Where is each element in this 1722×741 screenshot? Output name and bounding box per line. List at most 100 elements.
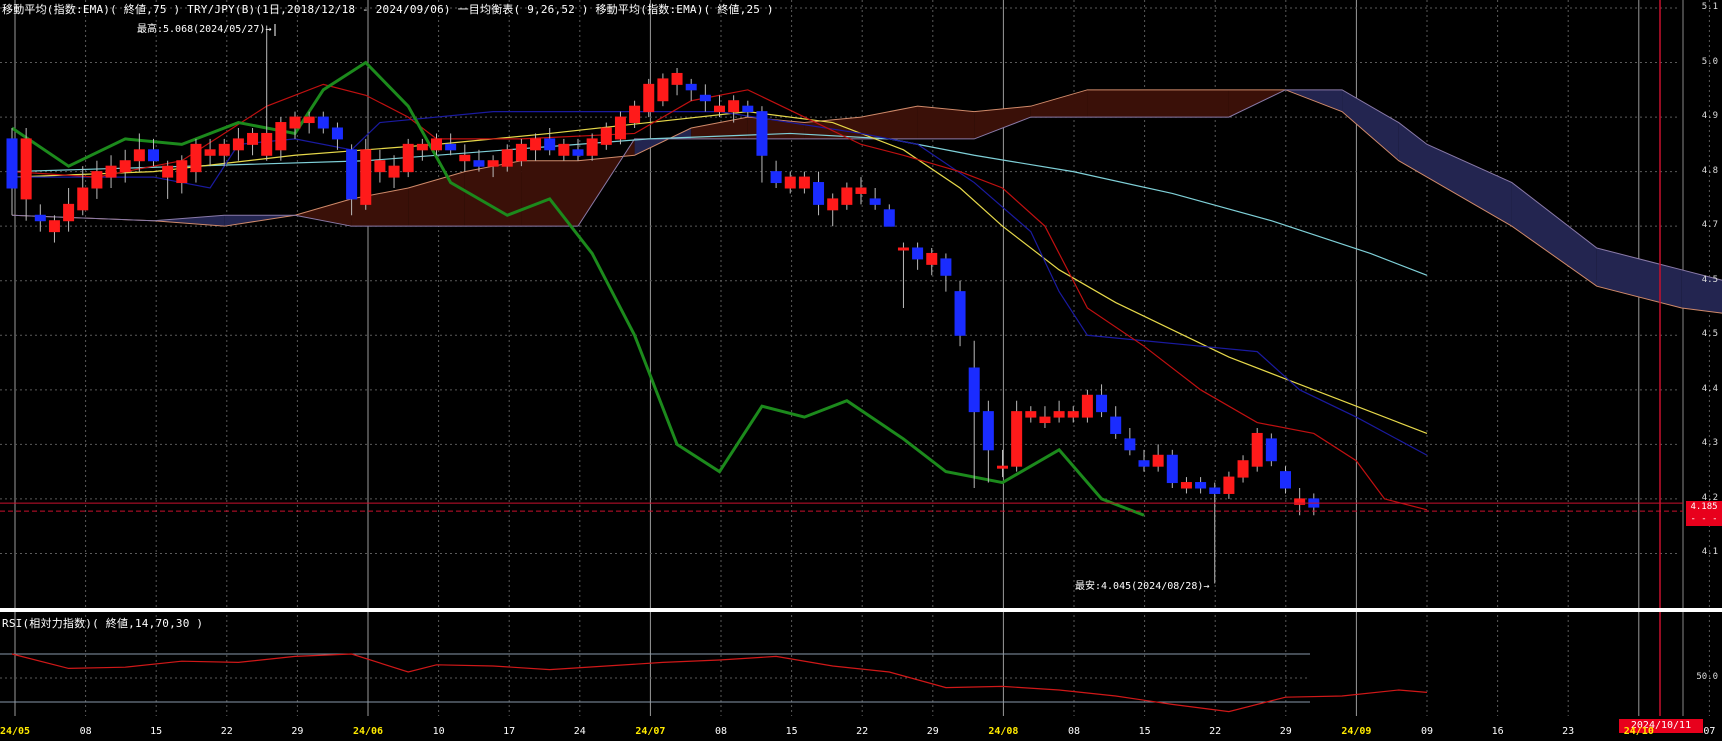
- candle-body: [572, 149, 584, 156]
- x-tick-label: 07: [1703, 726, 1716, 737]
- candle-body: [1237, 460, 1249, 478]
- ichimoku-cloud-segment: [153, 215, 225, 227]
- candle-body: [1152, 454, 1164, 467]
- ichimoku-cloud-segment: [1144, 89, 1229, 118]
- x-tick-label: 24/05: [0, 726, 31, 737]
- x-tick-label: 29: [291, 726, 304, 737]
- candle-body: [883, 209, 895, 227]
- candle-body: [445, 143, 457, 151]
- candle-body: [558, 143, 570, 156]
- candle-body: [770, 171, 782, 184]
- candle-body: [1195, 482, 1207, 489]
- candle-body: [756, 111, 768, 156]
- candle-body: [530, 138, 542, 151]
- ichimoku-cloud-segment: [1511, 182, 1597, 287]
- candle-body: [940, 258, 952, 276]
- candle-body: [459, 154, 471, 162]
- candle-body: [926, 252, 938, 265]
- candle-body: [247, 132, 259, 145]
- y-tick-label: 4.4: [1701, 383, 1718, 394]
- ichimoku-cloud-segment: [861, 106, 918, 139]
- low-annotation: 最安:4.045(2024/08/28)→: [1075, 581, 1210, 592]
- panel-separator: [0, 608, 1722, 612]
- rsi-tick-label: 50.0: [1696, 672, 1718, 682]
- candle-body: [91, 171, 103, 189]
- candle-body: [303, 116, 315, 124]
- candle-body: [643, 83, 655, 113]
- price-chart[interactable]: [0, 0, 1722, 741]
- main-chart-header: 移動平均(指数:EMA)( 終値,75 ) TRY/JPY(B)(1日,2018…: [2, 3, 774, 16]
- candle-body: [63, 203, 75, 222]
- candle-body: [728, 100, 740, 113]
- candle-body: [162, 165, 174, 178]
- candle-body: [77, 187, 89, 211]
- x-tick-label: 24/07: [635, 726, 666, 737]
- candle-body: [657, 78, 669, 102]
- candle-body: [1067, 411, 1079, 418]
- y-tick-label: 5.1: [1701, 2, 1718, 12]
- y-tick-label: 4.3: [1701, 438, 1718, 449]
- x-tick-label: 22: [220, 726, 233, 737]
- candle-body: [204, 149, 216, 156]
- y-tick-label: 4.5: [1701, 274, 1718, 285]
- x-tick-label: 08: [79, 726, 92, 737]
- candle-body: [1209, 487, 1221, 494]
- candle-body: [473, 160, 485, 167]
- candle-body: [912, 247, 924, 260]
- candle-body: [869, 198, 881, 205]
- x-tick-label: 29: [926, 726, 939, 737]
- candle-body: [1011, 411, 1023, 467]
- candle-body: [34, 214, 46, 222]
- candle-body: [1124, 438, 1136, 451]
- candle-body: [1110, 416, 1122, 434]
- candle-body: [798, 176, 810, 189]
- candle-body: [544, 138, 556, 151]
- y-tick-label: 4.2: [1701, 492, 1718, 503]
- candle-body: [1081, 394, 1093, 418]
- candle-body: [261, 132, 273, 156]
- y-tick-label: 4.8: [1701, 165, 1718, 176]
- candle-body: [48, 220, 60, 233]
- ichimoku-cloud-segment: [1427, 144, 1512, 227]
- x-tick-label: 29: [1279, 726, 1292, 737]
- y-tick-label: 4.1: [1701, 547, 1718, 558]
- candle-body: [600, 127, 612, 145]
- y-tick-label: 5.0: [1701, 56, 1718, 67]
- candle-body: [997, 465, 1008, 469]
- candle-body: [784, 176, 796, 189]
- last-price-dash: - - -: [1690, 514, 1718, 524]
- x-tick-label: 15: [785, 726, 798, 737]
- candle-body: [374, 160, 386, 173]
- x-tick-label: 16: [1491, 726, 1504, 737]
- x-tick-label: 22: [1209, 726, 1222, 737]
- candle-body: [897, 247, 909, 251]
- candle-body: [1138, 460, 1150, 467]
- candle-body: [1180, 482, 1192, 489]
- ichimoku-cloud-segment: [1342, 89, 1399, 161]
- candle-body: [982, 411, 994, 451]
- candle-body: [1265, 438, 1277, 462]
- y-tick-label: 4.5: [1701, 329, 1718, 340]
- candle-body: [968, 367, 980, 413]
- candle-body: [1096, 394, 1108, 413]
- candle-body: [360, 149, 372, 205]
- x-tick-label: 15: [150, 726, 163, 737]
- candle-body: [119, 160, 131, 173]
- x-tick-label: 24/10: [1623, 726, 1654, 737]
- candle-body: [232, 138, 244, 151]
- x-tick-label: 22: [856, 726, 869, 737]
- x-tick-label: 24: [573, 726, 586, 737]
- y-tick-label: 4.7: [1701, 220, 1718, 231]
- candle-body: [105, 165, 117, 178]
- candle-body: [331, 127, 343, 140]
- candle-body: [20, 138, 32, 200]
- candle-body: [1280, 471, 1291, 489]
- candle-body: [190, 143, 202, 173]
- x-tick-label: 10: [432, 726, 445, 737]
- candle-body: [1025, 411, 1037, 418]
- candle-body: [431, 138, 442, 151]
- candle-body: [1251, 432, 1263, 467]
- last-price-value: 4.185: [1690, 502, 1718, 512]
- candle-body: [1053, 411, 1065, 418]
- rsi-line: [11, 653, 1428, 713]
